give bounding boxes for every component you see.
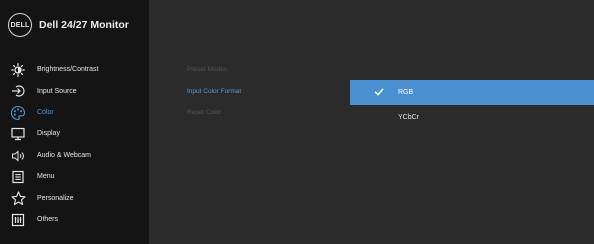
checkmark-icon (374, 88, 384, 96)
speaker-icon (10, 148, 26, 164)
menu-item-others[interactable]: Others (0, 209, 149, 230)
dell-logo: DELL (8, 13, 32, 37)
option-ycbcr[interactable]: YCbCr (350, 105, 594, 130)
monitor-osd: DELL Dell 24/27 Monitor Brightness/Contr… (0, 0, 594, 244)
submenu-item-reset-color[interactable]: Reset Color (149, 102, 350, 123)
display-icon (10, 126, 26, 142)
menu-item-label: Display (37, 130, 60, 138)
menu-item-input-source[interactable]: Input Source (0, 80, 149, 101)
menu-item-label: Menu (37, 173, 55, 181)
sun-icon (10, 62, 26, 78)
menu-item-label: Personalize (37, 194, 74, 202)
others-icon (10, 212, 26, 228)
option-label: YCbCr (398, 114, 420, 121)
menu-item-label: Input Source (37, 87, 77, 95)
color-submenu: Preset Modes Input Color Format Reset Co… (149, 59, 350, 123)
sidebar: DELL Dell 24/27 Monitor Brightness/Contr… (0, 0, 149, 244)
option-rgb[interactable]: RGB (350, 80, 594, 105)
menu-item-label: Others (37, 215, 59, 223)
menu-icon (10, 169, 26, 185)
main-menu: Brightness/Contrast Input Source Color D… (0, 59, 149, 230)
menu-item-audio-webcam[interactable]: Audio & Webcam (0, 145, 149, 166)
osd-title: Dell 24/27 Monitor (39, 19, 129, 31)
menu-item-brightness-contrast[interactable]: Brightness/Contrast (0, 59, 149, 80)
input-source-icon (10, 83, 26, 99)
menu-item-personalize[interactable]: Personalize (0, 187, 149, 208)
menu-item-label: Color (37, 108, 54, 116)
menu-item-label: Audio & Webcam (37, 151, 91, 159)
palette-icon (10, 105, 26, 121)
option-label: RGB (398, 89, 414, 96)
menu-item-menu[interactable]: Menu (0, 166, 149, 187)
menu-item-label: Brightness/Contrast (37, 66, 99, 74)
menu-item-color[interactable]: Color (0, 102, 149, 123)
color-format-options: RGB YCbCr (350, 80, 594, 130)
menu-item-display[interactable]: Display (0, 123, 149, 144)
star-icon (10, 190, 26, 206)
osd-header: DELL Dell 24/27 Monitor (0, 0, 149, 50)
submenu-item-input-color-format[interactable]: Input Color Format (149, 80, 350, 101)
submenu-item-preset-modes[interactable]: Preset Modes (149, 59, 350, 80)
